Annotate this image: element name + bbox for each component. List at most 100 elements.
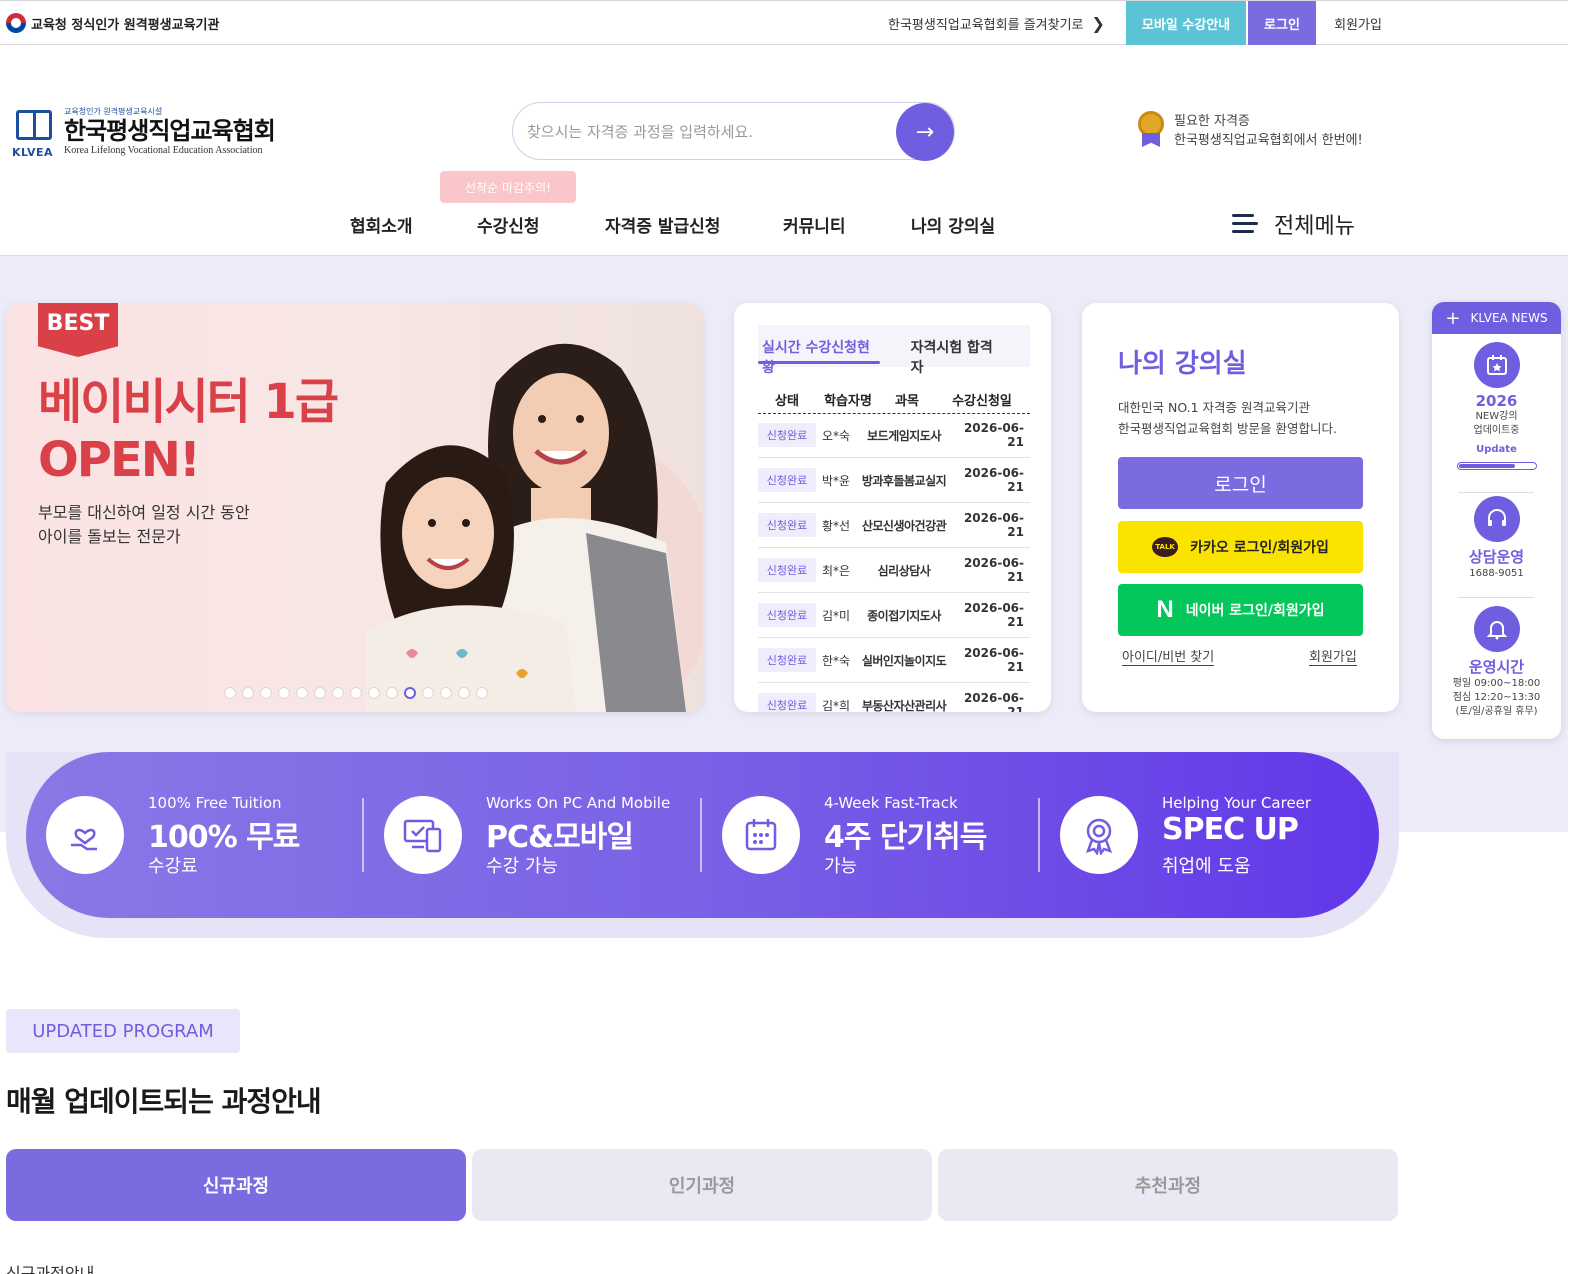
kakao-login-button[interactable]: TALK 카카오 로그인/회원가입 [1118,521,1363,573]
learner-name: 황*선 [822,518,851,533]
feature-kr: 100% 무료 [148,820,300,855]
hamburger-icon [1232,214,1258,234]
news-counsel[interactable]: 상담운영 1688-9051 [1432,496,1561,581]
myroom-title: 나의 강의실 [1118,349,1247,379]
news-header[interactable]: + KLVEA NEWS [1432,302,1561,334]
slide-indicator [224,687,488,699]
col-status: 상태 [775,394,799,409]
hours-title: 운영시간 [1468,658,1525,676]
all-menu-label: 전체메뉴 [1274,214,1355,239]
news-year-sub1: NEW강의 [1475,411,1518,422]
favorite-link[interactable]: 한국평생직업교육협회를 즐겨찾기로 ❯ [888,14,1105,33]
course-name: 실버인지놀이지도 [861,653,947,668]
top-login-button[interactable]: 로그인 [1248,1,1316,45]
feature-kr: PC&모바일 [486,820,634,855]
slide-dot[interactable] [350,687,362,699]
find-account-link[interactable]: 아이디/비번 찾기 [1122,646,1215,666]
tab-new-courses[interactable]: 신규과정 [6,1149,466,1221]
logo-name-en: Korea Lifelong Vocational Education Asso… [64,145,263,156]
enroll-date: 2026-06-21 [963,511,1024,539]
realtime-enrollment-panel: 실시간 수강신청현황 자격시험 합격자 상태 학습자명 과목 수강신청일 신청완… [734,303,1051,712]
bell-icon [1473,606,1520,652]
table-row: 신청완료 김*미 종이접기지도사 2026-06-21 [758,593,1030,638]
banner-sub-2: 아이를 돌보는 전문가 [38,527,181,546]
counsel-phone: 1688-9051 [1469,568,1524,579]
login-button[interactable]: 로그인 [1118,457,1363,509]
slide-dot[interactable] [476,687,488,699]
mobile-guide-button[interactable]: 모바일 수강안내 [1126,1,1246,45]
realtime-table-header: 상태 학습자명 과목 수강신청일 [758,386,1030,414]
slide-dot[interactable] [332,687,344,699]
updated-program-badge: UPDATED PROGRAM [6,1009,240,1053]
slide-dot[interactable] [422,687,434,699]
nav-item-community[interactable]: 커뮤니티 [783,212,846,237]
slide-dot[interactable] [242,687,254,699]
enroll-date: 2026-06-21 [963,421,1024,449]
slide-dot[interactable] [224,687,236,699]
slide-dot[interactable] [368,687,380,699]
table-row: 신청완료 최*은 심리상담사 2026-06-21 [758,548,1030,593]
search-submit-button[interactable]: → [896,103,954,161]
col-course: 과목 [895,394,919,409]
banner-headline: 베이비시터 1급 OPEN! [38,373,339,489]
best-badge: BEST [38,303,118,357]
feature-en: 4-Week Fast-Track [824,794,958,812]
feature-en: Helping Your Career [1162,794,1312,812]
table-row: 신청완료 박*윤 방과후돌봄교실지 2026-06-21 [758,458,1030,503]
naver-n-icon: N [1156,596,1174,623]
nav-item-about[interactable]: 협회소개 [350,212,413,237]
tab-passers[interactable]: 자격시험 합격자 [907,325,1004,376]
status-badge: 신청완료 [758,558,816,582]
feature-desc: 가능 [824,856,858,877]
naver-login-button[interactable]: N 네이버 로그인/회원가입 [1118,584,1363,636]
status-badge: 신청완료 [758,513,816,537]
slide-dot[interactable] [314,687,326,699]
status-badge: 신청완료 [758,693,816,712]
myroom-desc-2: 한국평생직업교육협회 방문을 환영합니다. [1118,421,1337,436]
table-row: 신청완료 황*선 산모신생아건강관 2026-06-21 [758,503,1030,548]
slide-dot[interactable] [386,687,398,699]
nav-item-myroom[interactable]: 나의 강의실 [911,212,995,237]
feature-free-tuition: 100% Free Tuition 100% 무료 수강료 [26,790,336,880]
slide-dot[interactable] [404,687,416,699]
calendar-star-icon [1473,342,1520,388]
slide-dot[interactable] [440,687,452,699]
enroll-date: 2026-06-21 [963,646,1024,674]
klvea-news-sidebar: + KLVEA NEWS 2026 NEW강의 업데이트중 Update 상담운… [1432,302,1561,739]
plus-icon: + [1445,307,1461,329]
join-link[interactable]: 회원가입 [1309,646,1357,666]
learner-name: 박*윤 [822,473,851,488]
slide-dot[interactable] [458,687,470,699]
nav-item-certificate[interactable]: 자격증 발급신청 [605,212,720,237]
learner-name: 김*희 [822,698,851,713]
promo-line1: 필요한 자격증 [1174,114,1250,129]
my-classroom-panel: 나의 강의실 대한민국 NO.1 자격증 원격교육기관 한국평생직업교육협회 방… [1082,303,1399,712]
mother-child-photo [366,343,703,712]
features-strip: 100% Free Tuition 100% 무료 수강료 Works On P… [26,752,1379,918]
table-row: 신청완료 오*숙 보드게임지도사 2026-06-21 [758,413,1030,458]
slide-dot[interactable] [260,687,272,699]
nav-item-enroll[interactable]: 수강신청 [477,212,540,237]
top-join-button[interactable]: 회원가입 [1318,1,1398,45]
kakao-talk-icon: TALK [1152,537,1179,557]
counsel-title: 상담운영 [1468,548,1525,566]
tab-realtime[interactable]: 실시간 수강신청현황 [758,325,881,376]
site-logo[interactable]: KLVEA 교육청인가 원격평생교육시설 한국평생직업교육협회 Korea Li… [12,106,276,159]
search-input[interactable] [527,119,887,145]
course-name: 부동산자산관리사 [861,698,947,713]
program-section-title: 매월 업데이트되는 과정안내 [6,1085,322,1118]
slide-dot[interactable] [278,687,290,699]
slide-dot[interactable] [296,687,308,699]
myroom-desc-1: 대한민국 NO.1 자격증 원격교육기관 [1118,400,1311,415]
status-badge: 신청완료 [758,603,816,627]
news-update[interactable]: 2026 NEW강의 업데이트중 Update [1432,342,1561,470]
all-menu-button[interactable]: 전체메뉴 [1232,208,1355,240]
learner-name: 오*숙 [822,428,851,443]
tab-popular-courses[interactable]: 인기과정 [472,1149,932,1221]
enroll-date: 2026-06-21 [963,601,1024,629]
learner-name: 김*미 [822,608,851,623]
kakao-login-label: 카카오 로그인/회원가입 [1190,540,1329,556]
status-badge: 신청완료 [758,423,816,447]
hero-banner[interactable]: BEST 베이비시터 1급 OPEN! 부모를 대신하여 일정 시간 동안 아이… [6,303,703,712]
tab-recommended-courses[interactable]: 추천과정 [938,1149,1398,1221]
